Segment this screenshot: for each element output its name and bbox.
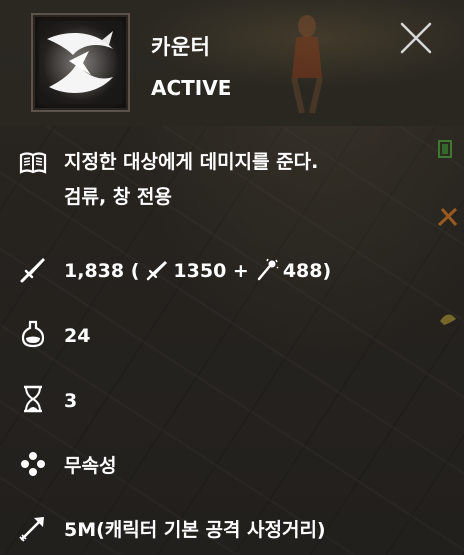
magic-wand-icon [255, 258, 279, 282]
description-row: 지정한 대상에게 데미지를 준다. 검류, 창 전용 [18, 148, 318, 215]
side-deco-icon-4 [437, 207, 458, 227]
damage-total: 1,838 ( [64, 260, 140, 282]
blade-icon [145, 258, 169, 282]
skill-header: 카운터 ACTIVE [0, 0, 464, 126]
sword-icon [18, 254, 48, 284]
counter-skill-icon [39, 21, 122, 104]
background-character-figure [291, 15, 323, 114]
damage-row: 1,838 ( 1350 + 488) [18, 254, 331, 288]
description-line-2: 검류, 창 전용 [64, 186, 172, 208]
damage-magic: 488) [282, 260, 332, 282]
dots-icon [18, 449, 48, 479]
range-row: 5M(캐릭터 기본 공격 사정거리) [18, 513, 326, 547]
cooldown-value: 3 [64, 390, 78, 412]
mana-cost: 24 [64, 325, 91, 347]
arrow-icon [18, 513, 48, 543]
close-button[interactable] [396, 18, 436, 58]
damage-physical: 1350 + [173, 260, 249, 282]
skill-name: 카운터 [151, 35, 211, 59]
description-line-1: 지정한 대상에게 데미지를 준다. [64, 151, 319, 173]
element-row: 무속성 [18, 449, 116, 483]
skill-type: ACTIVE [151, 76, 232, 100]
potion-icon [18, 319, 48, 349]
skill-icon-frame [31, 13, 130, 112]
book-icon [18, 148, 48, 178]
close-icon [400, 22, 432, 54]
description-text: 지정한 대상에게 데미지를 준다. 검류, 창 전용 [64, 145, 318, 215]
mana-row: 24 [18, 319, 90, 353]
element-value: 무속성 [64, 455, 117, 477]
side-deco-icon-3 [438, 140, 452, 158]
side-deco-icon-5 [440, 314, 456, 325]
damage-text: 1,838 ( 1350 + 488) [64, 254, 331, 288]
cooldown-row: 3 [18, 384, 77, 418]
hourglass-icon [18, 384, 48, 414]
range-value: 5M(캐릭터 기본 공격 사정거리) [64, 519, 326, 541]
